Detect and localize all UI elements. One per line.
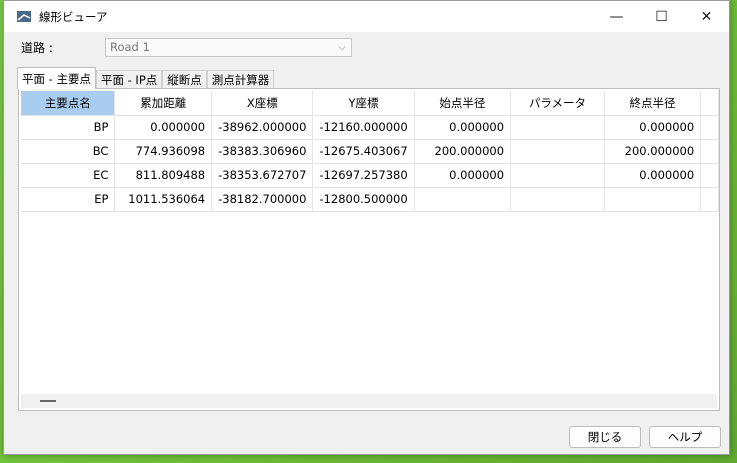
scrollbar-thumb[interactable] <box>40 400 56 402</box>
table-cell-filler <box>700 115 719 140</box>
table-row[interactable]: BP 0.000000 -38962.000000 -12160.000000 … <box>21 115 719 140</box>
window-title: 線形ビューア <box>39 9 108 24</box>
table-cell[interactable]: -38353.672707 <box>211 163 314 188</box>
alignment-viewer-window: 線形ビューア — ☐ ✕ 道路 : Road 1 ⌵ 平面 - 主要点 平面 -… <box>3 0 730 455</box>
tab-plan-main-points[interactable]: 平面 - 主要点 <box>17 67 96 89</box>
table-cell[interactable]: -12697.257380 <box>312 163 415 188</box>
column-header[interactable]: 主要点名 <box>21 91 116 116</box>
help-button[interactable]: ヘルプ <box>649 426 721 448</box>
tab-plan-ip-points[interactable]: 平面 - IP点 <box>95 70 163 89</box>
table-cell[interactable] <box>414 187 512 212</box>
close-window-button[interactable]: ✕ <box>684 1 729 32</box>
table-cell[interactable] <box>510 163 605 188</box>
tab-station-calculator[interactable]: 測点計算器 <box>206 70 275 89</box>
table-cell[interactable]: 0.000000 <box>414 163 512 188</box>
table-cell[interactable]: BC <box>21 139 116 164</box>
column-header[interactable]: パラメータ <box>510 91 605 116</box>
table-cell[interactable]: -38182.700000 <box>211 187 314 212</box>
horizontal-scrollbar[interactable] <box>21 394 717 408</box>
app-icon <box>17 10 31 22</box>
table-cell[interactable]: -38962.000000 <box>211 115 314 140</box>
tab-bar: 平面 - 主要点 平面 - IP点 縦断点 測点計算器 <box>17 67 275 89</box>
tab-profile-points[interactable]: 縦断点 <box>162 70 207 89</box>
column-header[interactable]: X座標 <box>211 91 314 116</box>
table-cell[interactable]: 0.000000 <box>604 115 702 140</box>
table-cell[interactable] <box>510 115 605 140</box>
table-cell[interactable]: -12800.500000 <box>312 187 415 212</box>
table-header-row: 主要点名 累加距離 X座標 Y座標 始点半径 パラメータ 終点半径 <box>21 91 719 116</box>
road-label: 道路 : <box>21 41 53 55</box>
table-cell[interactable]: 0.000000 <box>604 163 702 188</box>
column-header-filler <box>700 91 719 116</box>
close-button[interactable]: 閉じる <box>569 426 641 448</box>
table-cell[interactable] <box>604 187 702 212</box>
table-cell[interactable]: 0.000000 <box>114 115 213 140</box>
table-cell[interactable]: 774.936098 <box>114 139 213 164</box>
title-bar: 線形ビューア — ☐ ✕ <box>4 1 729 32</box>
table-cell[interactable]: -38383.306960 <box>211 139 314 164</box>
table-cell[interactable]: -12675.403067 <box>312 139 415 164</box>
table-cell[interactable]: 811.809488 <box>114 163 213 188</box>
table-row[interactable]: BC 774.936098 -38383.306960 -12675.40306… <box>21 139 719 164</box>
road-row: 道路 : Road 1 ⌵ <box>21 38 352 57</box>
column-header[interactable]: 終点半径 <box>604 91 702 116</box>
table-cell[interactable] <box>510 187 605 212</box>
column-header[interactable]: 始点半径 <box>414 91 512 116</box>
table-cell-filler <box>700 139 719 164</box>
table-cell[interactable]: 1011.536064 <box>114 187 213 212</box>
minimize-button[interactable]: — <box>594 1 639 32</box>
column-header[interactable]: Y座標 <box>312 91 415 116</box>
chevron-down-icon: ⌵ <box>338 42 346 53</box>
maximize-button[interactable]: ☐ <box>639 1 684 32</box>
road-select[interactable]: Road 1 ⌵ <box>105 38 352 57</box>
table-cell[interactable]: BP <box>21 115 116 140</box>
table-cell[interactable]: 200.000000 <box>414 139 512 164</box>
road-select-value: Road 1 <box>110 40 150 54</box>
table-cell[interactable]: 0.000000 <box>414 115 512 140</box>
table-cell[interactable]: -12160.000000 <box>312 115 415 140</box>
table-cell[interactable]: 200.000000 <box>604 139 702 164</box>
table-row[interactable]: EP 1011.536064 -38182.700000 -12800.5000… <box>21 187 719 212</box>
table-panel: 主要点名 累加距離 X座標 Y座標 始点半径 パラメータ 終点半径 BP 0.0… <box>18 88 720 411</box>
table-cell-filler <box>700 187 719 212</box>
column-header[interactable]: 累加距離 <box>114 91 213 116</box>
main-points-table: 主要点名 累加距離 X座標 Y座標 始点半径 パラメータ 終点半径 BP 0.0… <box>21 91 719 212</box>
table-row[interactable]: EC 811.809488 -38353.672707 -12697.25738… <box>21 163 719 188</box>
table-cell-filler <box>700 163 719 188</box>
table-cell[interactable] <box>510 139 605 164</box>
table-cell[interactable]: EP <box>21 187 116 212</box>
table-cell[interactable]: EC <box>21 163 116 188</box>
